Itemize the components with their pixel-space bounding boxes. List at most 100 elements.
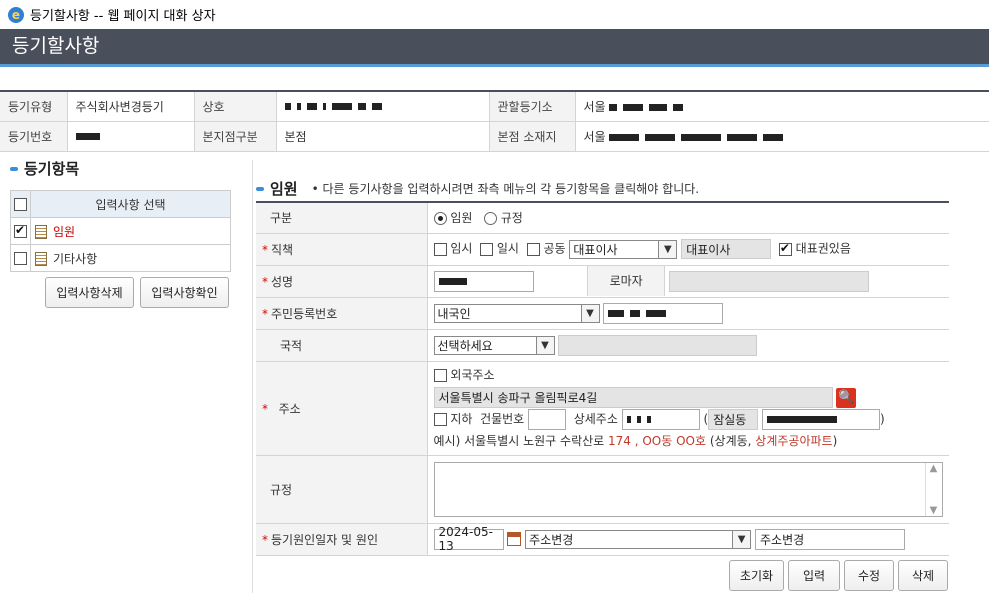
nationality-select[interactable]: 선택하세요 ▼: [433, 335, 555, 355]
select-all-checkbox[interactable]: [10, 190, 31, 218]
address-field: 외국주소 서울특별시 송파구 올림픽로4길 🔍 지하 건물번호 상세주소 (잠실…: [427, 361, 949, 456]
position-field: 임시 일시 공동 대표이사▼ 대표이사 대표권있음: [427, 233, 949, 266]
building-name-input[interactable]: [762, 409, 881, 430]
joint-label: 공동: [543, 241, 566, 256]
building-no-input[interactable]: [528, 409, 567, 430]
rep-right-checkbox[interactable]: [778, 241, 792, 256]
radio-officer-label: 임원: [450, 211, 473, 226]
chevron-down-icon: ▼: [580, 304, 599, 322]
rep-right-label: 대표권있음: [795, 241, 851, 256]
main-section-title: 임원 • 다른 등기사항을 입력하시려면 좌측 메뉴의 각 등기항목을 클릭해야…: [256, 178, 699, 199]
officer-form: 구분 임원 규정 *직책 임시 일시 공동 대표이사▼ 대표이사 대표권있음 *…: [256, 201, 949, 556]
reg-no-value: [67, 121, 195, 152]
roman-input[interactable]: [668, 270, 869, 292]
dong-display: 잠실동: [708, 409, 759, 430]
item-select-table: 입력사항 선택 임원 기타사항: [10, 190, 231, 272]
rrn-type-select[interactable]: 내국인 ▼: [433, 303, 600, 323]
cause-select[interactable]: 주소변경 ▼: [525, 529, 752, 549]
document-icon: [35, 252, 47, 266]
item-other[interactable]: 기타사항: [30, 244, 231, 272]
chevron-down-icon: ▼: [658, 240, 677, 258]
input-button[interactable]: 입력: [788, 560, 840, 591]
branch-value: 본점: [276, 121, 490, 152]
left-section-title: 등기항목: [10, 158, 79, 179]
temp-label: 임시: [450, 241, 473, 256]
vacancy-checkbox[interactable]: [480, 242, 494, 256]
company-name-label: 상호: [194, 91, 277, 122]
confirm-input-button[interactable]: 입력사항확인: [140, 277, 229, 308]
reg-no-label: 등기번호: [0, 121, 68, 152]
radio-rule-label: 규정: [500, 211, 523, 226]
chevron-down-icon: ▼: [535, 336, 554, 354]
delete-button[interactable]: 삭제: [898, 560, 948, 591]
building-no-label: 건물번호: [480, 412, 525, 426]
basement-checkbox[interactable]: [433, 413, 447, 426]
nationality-label: 국적: [256, 329, 428, 362]
address-example: 예시) 서울특별시 노원구 수락산로 174 , OO동 OO호 (상계동, 상…: [433, 434, 838, 448]
rrn-label: * 주민등록번호: [256, 297, 428, 330]
roman-label: 로마자: [587, 266, 666, 296]
registration-info-table: 등기유형 주식회사변경등기 상호 관할등기소 서울 등기번호 본지점구분 본점 …: [0, 90, 989, 152]
location-label: 본점 소재지: [489, 121, 576, 152]
branch-label: 본지점구분: [194, 121, 277, 152]
nationality-field: 선택하세요 ▼: [427, 329, 949, 362]
reset-button[interactable]: 초기화: [729, 560, 784, 591]
item-other-label: 기타사항: [53, 251, 98, 266]
type-value: 주식회사변경등기: [67, 91, 195, 122]
radio-rule[interactable]: [483, 212, 497, 226]
division-field: 임원 규정: [427, 202, 949, 234]
radio-officer[interactable]: [433, 212, 447, 226]
detail-addr-label: 상세주소: [573, 412, 618, 426]
name-label: * 성명: [256, 265, 428, 298]
location-value: 서울: [575, 121, 989, 152]
position-display: 대표이사: [681, 239, 772, 259]
main-note: • 다른 등기사항을 입력하시려면 좌측 메뉴의 각 등기항목을 클릭해야 합니…: [311, 182, 700, 196]
rule-field: ▲ ▼: [427, 455, 949, 524]
chevron-down-icon: ▼: [732, 530, 751, 548]
name-field: 로마자: [427, 265, 949, 298]
divider: [252, 160, 253, 593]
item-officer-label: 임원: [53, 224, 76, 239]
document-icon: [35, 225, 47, 239]
joint-checkbox[interactable]: [526, 242, 540, 256]
foreign-addr-checkbox[interactable]: [433, 369, 447, 382]
page-header: 등기할사항: [0, 29, 989, 67]
window-title: 등기할사항 -- 웹 페이지 대화 상자: [30, 9, 216, 24]
item-checkbox-officer[interactable]: [10, 217, 31, 245]
position-select[interactable]: 대표이사 ▼: [569, 239, 678, 259]
item-checkbox-other[interactable]: [10, 244, 31, 272]
rrn-field: 내국인 ▼: [427, 297, 949, 330]
checkbox-icon: [14, 252, 27, 265]
division-label: 구분: [256, 202, 428, 234]
rule-label: 규정: [256, 455, 428, 524]
delete-input-button[interactable]: 입력사항삭제: [45, 277, 134, 308]
cause-input[interactable]: 주소변경: [754, 528, 905, 550]
left-title-text: 등기항목: [24, 160, 80, 178]
type-label: 등기유형: [0, 91, 68, 122]
main-title-text: 임원: [270, 180, 298, 198]
calendar-icon[interactable]: [507, 532, 522, 546]
bullet-icon: [10, 166, 18, 171]
address-label: * 주소: [256, 361, 428, 456]
select-header: 입력사항 선택: [30, 190, 231, 218]
detail-addr-input[interactable]: [621, 409, 700, 430]
vacancy-label: 일시: [496, 241, 519, 256]
basement-label: 지하: [450, 412, 473, 426]
ie-icon: e: [8, 6, 24, 23]
item-officer[interactable]: 임원: [30, 217, 231, 245]
address-input: 서울특별시 송파구 올림픽로4길: [433, 387, 833, 408]
temp-checkbox[interactable]: [433, 242, 447, 256]
scrollbar[interactable]: ▲ ▼: [924, 462, 942, 516]
checkbox-icon: [14, 198, 27, 211]
rule-textarea[interactable]: ▲ ▼: [433, 461, 943, 517]
rrn-input[interactable]: [603, 302, 724, 324]
search-icon[interactable]: 🔍: [836, 387, 857, 408]
cause-label: * 등기원인일자 및 원인: [256, 523, 428, 556]
court-label: 관할등기소: [489, 91, 576, 122]
name-input[interactable]: [433, 270, 534, 292]
position-label: * 직책: [256, 233, 428, 266]
edit-button[interactable]: 수정: [844, 560, 894, 591]
company-name-value: [276, 91, 490, 122]
cause-date-input[interactable]: 2024-05-13: [433, 525, 504, 553]
nationality-display: [558, 334, 758, 356]
